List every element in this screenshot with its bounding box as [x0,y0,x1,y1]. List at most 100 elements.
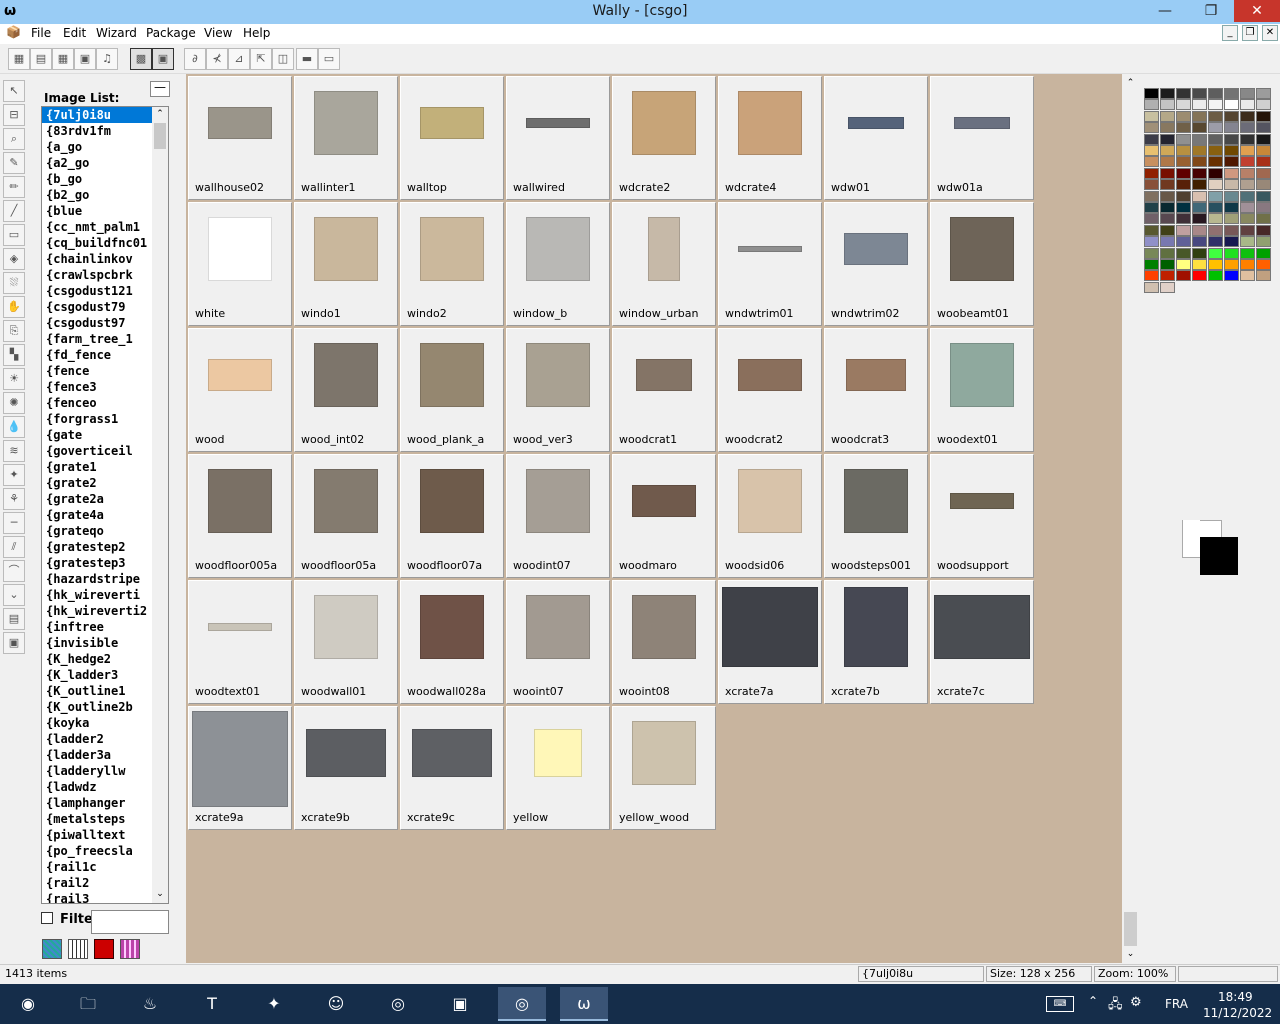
texture-tile[interactable]: woobeamt01 [930,202,1034,326]
texture-tile[interactable]: wdcrate4 [718,76,822,200]
palette-swatch[interactable] [1208,122,1223,134]
list-item[interactable]: {inftree [42,619,152,635]
list-item[interactable]: {K_hedge2 [42,651,152,667]
texture-tile[interactable]: wndwtrim02 [824,202,928,326]
list-item[interactable]: {grate2 [42,475,152,491]
palette-swatch[interactable] [1160,88,1175,99]
fill-icon[interactable]: ◈ [3,248,25,270]
view-large-icon[interactable] [42,939,62,959]
list-item[interactable]: {gate [42,427,152,443]
palette-swatch[interactable] [1208,88,1223,99]
keyboard-icon[interactable]: ⌨ [1046,996,1074,1012]
list-item[interactable]: {a2_go [42,155,152,171]
palette-swatch[interactable] [1192,167,1207,179]
start-icon[interactable]: ◉ [4,987,52,1021]
palette-swatch[interactable] [1176,167,1191,179]
texture-tile[interactable]: woodsteps001 [824,454,928,578]
palette-swatch[interactable] [1144,247,1159,259]
palette-swatch[interactable] [1256,110,1271,122]
palette-swatch[interactable] [1224,110,1239,122]
texture-tile[interactable]: woodmaro [612,454,716,578]
palette-swatch[interactable] [1256,179,1271,191]
palette-swatch[interactable] [1208,110,1223,122]
palette-swatch[interactable] [1240,99,1255,111]
palette-swatch[interactable] [1208,179,1223,191]
list-item[interactable]: {cq_buildfnc01 [42,235,152,251]
texture-tile[interactable]: xcrate9c [400,706,504,830]
palette-swatch[interactable] [1192,133,1207,145]
list-item[interactable]: {cc_nmt_palm1 [42,219,152,235]
palette-swatch[interactable] [1224,224,1239,236]
texture-tile[interactable]: wallwired [506,76,610,200]
list-item[interactable]: {grate4a [42,507,152,523]
palette-swatch[interactable] [1224,145,1239,156]
sun-2-icon[interactable]: ✺ [3,392,25,414]
palette-swatch[interactable] [1192,213,1207,225]
palette-swatch[interactable] [1208,202,1223,213]
texture-thumbnail[interactable] [192,711,288,807]
minimize-icon[interactable]: — [1142,0,1188,22]
box-3-icon[interactable]: ▭ [318,48,340,70]
list-item[interactable]: {rail1c [42,859,152,875]
texture-tile[interactable]: wallhouse02 [188,76,292,200]
palette-swatch[interactable] [1256,202,1271,213]
pattern-icon[interactable]: ▤ [3,608,25,630]
palette-swatch[interactable] [1160,167,1175,179]
palette-swatch[interactable] [1256,236,1271,248]
texture-tile[interactable]: xcrate7a [718,580,822,704]
palette-swatch[interactable] [1144,122,1159,134]
steam-icon[interactable]: ♨ [126,987,174,1021]
palette-swatch[interactable] [1256,145,1271,156]
palette-swatch[interactable] [1224,156,1239,168]
wally-icon[interactable]: ω [560,987,608,1021]
palette-swatch[interactable] [1176,247,1191,259]
palette-swatch[interactable] [1224,179,1239,191]
palette-swatch[interactable] [1208,236,1223,248]
palette-swatch[interactable] [1144,110,1159,122]
scroll-thumb[interactable] [154,123,166,149]
palette-swatch[interactable] [1176,110,1191,122]
list-item[interactable]: {a_go [42,139,152,155]
clone-icon[interactable]: ⎘ [3,320,25,342]
texture-thumbnail[interactable] [420,343,484,407]
list-item[interactable]: {rail3 [42,891,152,903]
palette-swatch[interactable] [1160,133,1175,145]
list-item[interactable]: {goverticeil [42,443,152,459]
texture-thumbnail[interactable] [722,587,818,667]
texture-thumbnail[interactable] [738,359,802,391]
list-item[interactable]: {lamphanger [42,795,152,811]
palette-swatch[interactable] [1192,179,1207,191]
texture-tile[interactable]: window_b [506,202,610,326]
palette-swatch[interactable] [1208,247,1223,259]
palette-swatch[interactable] [1192,224,1207,236]
palette-swatch[interactable] [1208,156,1223,168]
list-item[interactable]: {b2_go [42,187,152,203]
list-item[interactable]: {hk_wireverti2 [42,603,152,619]
palette-swatch[interactable] [1176,156,1191,168]
hatch-icon[interactable]: ⫽ [3,536,25,558]
palette-swatch[interactable] [1176,145,1191,156]
palette-swatch[interactable] [1144,224,1159,236]
palette-swatch[interactable] [1224,133,1239,145]
list-item[interactable]: {K_ladder3 [42,667,152,683]
palette-swatch[interactable] [1144,202,1159,213]
list-item[interactable]: {hazardstripe [42,571,152,587]
texture-thumbnail[interactable] [648,217,680,281]
drop-icon[interactable]: 💧 [3,416,25,438]
palette-swatch[interactable] [1144,190,1159,202]
mdi-close-icon[interactable]: ✕ [1262,25,1278,41]
texture-thumbnail[interactable] [412,729,492,777]
steam-tray-icon[interactable]: ⚙ [1130,995,1142,1010]
chevron-up-icon[interactable]: ⌃ [1088,994,1098,1008]
palette-swatch[interactable] [1256,122,1271,134]
palette-swatch[interactable] [1160,259,1175,270]
app-icon[interactable]: ▣ [436,987,484,1021]
texture-thumbnail[interactable] [950,343,1014,407]
menu-view[interactable]: View [204,26,232,40]
network-icon[interactable]: 🖧 [1108,995,1123,1017]
palette-swatch[interactable] [1224,247,1239,259]
palette-swatch[interactable] [1192,145,1207,156]
list-item[interactable]: {fence3 [42,379,152,395]
texture-tile[interactable]: woodfloor005a [188,454,292,578]
view-pink-icon[interactable] [120,939,140,959]
